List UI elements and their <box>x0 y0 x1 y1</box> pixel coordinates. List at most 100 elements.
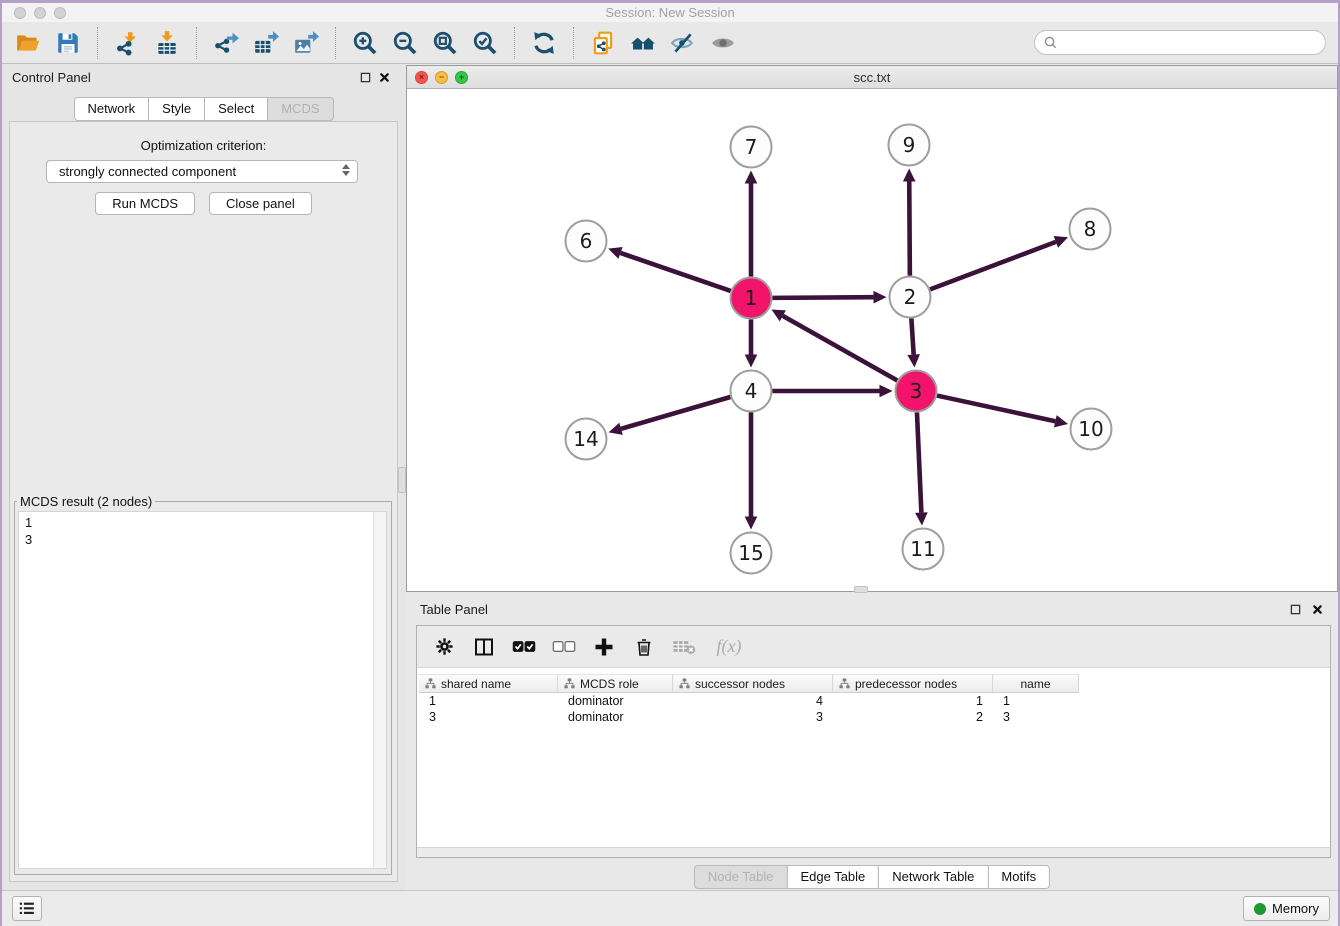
graph-node-11[interactable]: 11 <box>903 529 944 570</box>
split-panel-icon <box>474 637 494 657</box>
function-builder-button[interactable]: f(x) <box>707 631 751 663</box>
tab-network[interactable]: Network <box>73 97 149 121</box>
trash-icon <box>634 637 654 657</box>
vertical-splitter-handle[interactable] <box>398 467 406 493</box>
graph-edge-4-3[interactable] <box>773 385 893 398</box>
export-image-button[interactable] <box>286 25 326 61</box>
search-input[interactable] <box>1058 35 1325 50</box>
list-icon <box>18 901 36 916</box>
graph-node-4[interactable]: 4 <box>731 371 772 412</box>
show-all-button[interactable] <box>703 25 743 61</box>
table-row[interactable]: 1dominator411 <box>419 693 1330 709</box>
zoom-out-button[interactable] <box>385 25 425 61</box>
save-session-button[interactable] <box>48 25 88 61</box>
graph-edge-2-8[interactable] <box>930 236 1068 289</box>
table-settings-button[interactable] <box>427 631 461 663</box>
graph-node-7[interactable]: 7 <box>731 127 772 168</box>
graph-node-3[interactable]: 3 <box>896 371 937 412</box>
table-cell[interactable]: dominator <box>558 709 673 725</box>
table-cell[interactable]: 4 <box>673 693 833 709</box>
select-all-button[interactable] <box>507 631 541 663</box>
mcds-panel: Optimization criterion: strongly connect… <box>9 121 398 882</box>
toggle-panel-button[interactable] <box>467 631 501 663</box>
column-header-MCDS-role[interactable]: MCDS role <box>558 674 673 693</box>
table-cell[interactable]: 3 <box>673 709 833 725</box>
zoom-in-button[interactable] <box>345 25 385 61</box>
graph-node-8[interactable]: 8 <box>1070 209 1111 250</box>
close-icon <box>379 72 390 83</box>
zoom-fit-button[interactable] <box>425 25 465 61</box>
result-scrollbar[interactable] <box>373 512 386 868</box>
graph-node-1[interactable]: 1 <box>731 278 772 319</box>
tab-select[interactable]: Select <box>204 97 268 121</box>
graph-node-9[interactable]: 9 <box>889 125 930 166</box>
hide-selected-button[interactable] <box>663 25 703 61</box>
graph-edge-2-9[interactable] <box>903 168 916 275</box>
graph-edge-1-6[interactable] <box>608 247 730 291</box>
show-all-networks-button[interactable] <box>623 25 663 61</box>
import-network-button[interactable] <box>107 25 147 61</box>
graph-edge-1-2[interactable] <box>772 291 886 304</box>
graph-node-2[interactable]: 2 <box>890 277 931 318</box>
float-table-panel-button[interactable] <box>1288 602 1302 616</box>
optimization-criterion-select[interactable]: strongly connected component <box>46 160 358 183</box>
horizontal-splitter-handle[interactable] <box>854 586 868 593</box>
table-cell[interactable]: 3 <box>993 709 1079 725</box>
mcds-result-text[interactable]: 1 3 <box>19 512 372 868</box>
node-table-container: f(x) shared nameMCDS rolesuccessor nodes… <box>416 625 1331 858</box>
table-row[interactable]: 3dominator323 <box>419 709 1330 725</box>
delete-table-button[interactable] <box>667 631 701 663</box>
network-canvas[interactable]: 7 9 6 8 1 2 4 3 14 10 15 11 <box>407 89 1337 591</box>
close-panel-button-2[interactable]: Close panel <box>209 192 312 215</box>
graph-edge-1-4[interactable] <box>745 320 758 368</box>
graph-edge-4-14[interactable] <box>609 397 731 435</box>
table-cell[interactable]: 1 <box>833 693 993 709</box>
graph-node-14[interactable]: 14 <box>566 419 607 460</box>
run-mcds-button[interactable]: Run MCDS <box>95 192 195 215</box>
table-cell[interactable]: 1 <box>419 693 558 709</box>
tab-mcds[interactable]: MCDS <box>267 97 333 121</box>
column-header-shared-name[interactable]: shared name <box>419 674 558 693</box>
graph-node-10[interactable]: 10 <box>1071 409 1112 450</box>
import-table-button[interactable] <box>147 25 187 61</box>
graph-node-15[interactable]: 15 <box>731 533 772 574</box>
graph-edge-1-7[interactable] <box>745 171 758 277</box>
graph-edge-3-11[interactable] <box>915 412 928 525</box>
clone-network-button[interactable] <box>583 25 623 61</box>
graph-node-6[interactable]: 6 <box>566 221 607 262</box>
table-header-row: shared nameMCDS rolesuccessor nodesprede… <box>419 674 1079 693</box>
open-session-button[interactable] <box>8 25 48 61</box>
network-window-titlebar[interactable]: × − + scc.txt <box>407 66 1337 89</box>
delete-column-button[interactable] <box>627 631 661 663</box>
graph-edge-2-3[interactable] <box>907 318 920 367</box>
column-header-successor-nodes[interactable]: successor nodes <box>673 674 833 693</box>
deselect-all-button[interactable] <box>547 631 581 663</box>
close-panel-button[interactable] <box>377 70 391 84</box>
graph-edge-4-15[interactable] <box>745 413 758 530</box>
main-toolbar <box>2 22 1338 64</box>
task-history-button[interactable] <box>12 896 42 921</box>
select-value: strongly connected component <box>59 164 236 179</box>
export-network-button[interactable] <box>206 25 246 61</box>
tab-style[interactable]: Style <box>148 97 205 121</box>
float-panel-button[interactable] <box>358 70 372 84</box>
export-table-button[interactable] <box>246 25 286 61</box>
tab-network-table[interactable]: Network Table <box>878 865 988 889</box>
column-header-predecessor-nodes[interactable]: predecessor nodes <box>833 674 993 693</box>
refresh-button[interactable] <box>524 25 564 61</box>
graph-edge-3-1[interactable] <box>771 310 897 381</box>
memory-button[interactable]: Memory <box>1243 896 1330 921</box>
tab-node-table[interactable]: Node Table <box>694 865 788 889</box>
table-cell[interactable]: 1 <box>993 693 1079 709</box>
table-cell[interactable]: dominator <box>558 693 673 709</box>
tab-motifs[interactable]: Motifs <box>987 865 1050 889</box>
add-column-button[interactable] <box>587 631 621 663</box>
table-cell[interactable]: 3 <box>419 709 558 725</box>
table-cell[interactable]: 2 <box>833 709 993 725</box>
close-table-panel-button[interactable] <box>1310 602 1324 616</box>
graph-edge-3-10[interactable] <box>937 396 1068 428</box>
tab-edge-table[interactable]: Edge Table <box>786 865 879 889</box>
column-header-name[interactable]: name <box>993 674 1079 693</box>
zoom-selected-button[interactable] <box>465 25 505 61</box>
toolbar-separator <box>196 27 197 59</box>
